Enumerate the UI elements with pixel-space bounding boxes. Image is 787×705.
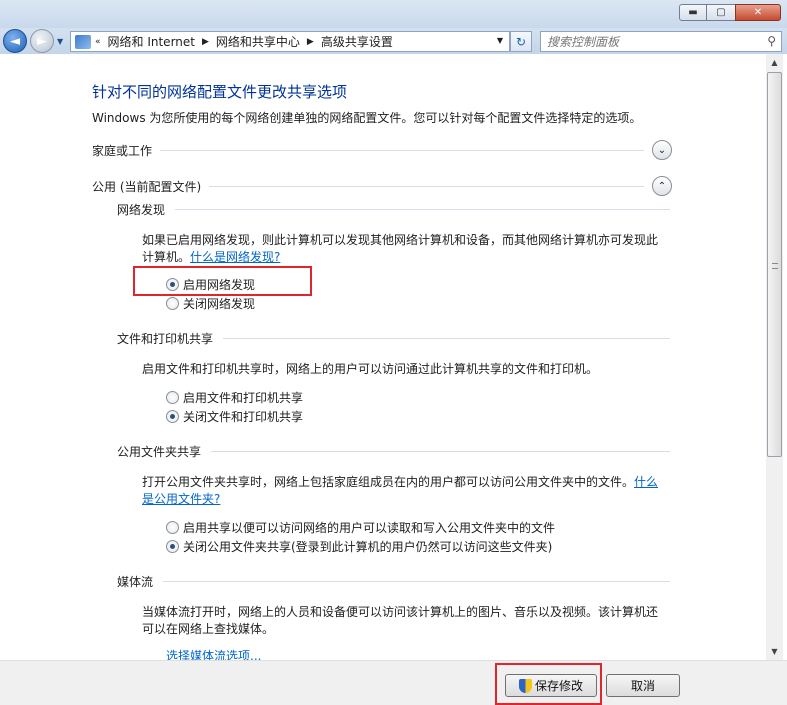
divider xyxy=(211,450,670,452)
address-dropdown-icon[interactable]: ▼ xyxy=(497,36,503,45)
profile-public[interactable]: 公用 (当前配置文件) ⌃ xyxy=(92,175,672,197)
radio-button-icon xyxy=(166,277,179,291)
scroll-up-icon[interactable]: ▲ xyxy=(766,54,783,71)
section-heading: 媒体流 xyxy=(117,574,154,589)
breadcrumb-network-internet[interactable]: 网络和 Internet xyxy=(103,33,200,50)
maximize-button[interactable]: ▢ xyxy=(706,4,736,21)
radio-label: 启用文件和打印机共享 xyxy=(183,390,304,405)
network-discovery-heading: 网络发现 xyxy=(117,200,670,218)
divider xyxy=(175,208,670,210)
radio-label: 关闭文件和打印机共享 xyxy=(183,409,304,424)
media-streaming-heading: 媒体流 xyxy=(117,572,670,590)
breadcrumb-separator-icon[interactable]: ▶ xyxy=(200,37,211,47)
close-icon: ✕ xyxy=(753,7,763,18)
search-icon[interactable]: ⚲ xyxy=(767,34,776,48)
radio-label: 启用网络发现 xyxy=(183,277,256,292)
cancel-button[interactable]: 取消 xyxy=(606,674,680,697)
divider xyxy=(223,337,670,339)
refresh-icon: ↻ xyxy=(515,34,527,49)
expand-chevron-icon[interactable]: ⌄ xyxy=(652,140,672,160)
radio-button-icon xyxy=(166,539,179,553)
recent-pages-dropdown[interactable]: ▼ xyxy=(57,37,63,46)
network-discovery-help-link[interactable]: 什么是网络发现? xyxy=(190,250,280,264)
close-button[interactable]: ✕ xyxy=(735,4,781,21)
radio-label: 启用共享以便可以访问网络的用户可以读取和写入公用文件夹中的文件 xyxy=(183,520,556,535)
breadcrumb-separator-icon[interactable]: ▶ xyxy=(305,37,316,47)
scroll-down-icon[interactable]: ▼ xyxy=(766,643,783,660)
collapse-chevron-icon[interactable]: ⌃ xyxy=(652,176,672,196)
file-printer-sharing-description: 启用文件和打印机共享时，网络上的用户可以访问通过此计算机共享的文件和打印机。 xyxy=(142,362,599,376)
breadcrumb-advanced-sharing[interactable]: 高级共享设置 xyxy=(316,33,398,50)
control-panel-icon xyxy=(75,34,91,49)
address-bar[interactable]: « 网络和 Internet ▶ 网络和共享中心 ▶ 高级共享设置 ▼ xyxy=(70,31,510,52)
radio-button-icon xyxy=(166,296,179,310)
maximize-icon: ▢ xyxy=(716,7,726,18)
radio-button-icon xyxy=(166,520,179,534)
search-input[interactable] xyxy=(541,32,751,51)
chevron-down-icon: ▼ xyxy=(57,37,64,46)
search-box: ⚲ xyxy=(540,31,782,52)
description-text: 打开公用文件夹共享时，网络上包括家庭组成员在内的用户都可以访问公用文件夹中的文件… xyxy=(142,475,635,489)
public-folder-sharing-heading: 公用文件夹共享 xyxy=(117,442,670,460)
settings-content: 针对不同的网络配置文件更改共享选项 Windows 为您所使用的每个网络创建单独… xyxy=(0,54,766,660)
divider xyxy=(163,580,670,582)
section-heading: 公用文件夹共享 xyxy=(117,444,202,459)
window-titlebar: ▬ ▢ ✕ xyxy=(0,0,787,28)
radio-disable-network-discovery[interactable]: 关闭网络发现 xyxy=(166,294,255,312)
minimize-icon: ▬ xyxy=(688,7,698,18)
refresh-button[interactable]: ↻ xyxy=(510,31,532,52)
breadcrumb-overflow-icon[interactable]: « xyxy=(93,37,103,47)
uac-shield-icon xyxy=(518,678,532,693)
public-folder-sharing-description: 打开公用文件夹共享时，网络上包括家庭组成员在内的用户都可以访问公用文件夹中的文件… xyxy=(142,474,662,508)
radio-label: 关闭公用文件夹共享(登录到此计算机的用户仍然可以访问这些文件夹) xyxy=(183,539,553,554)
radio-disable-file-printer-sharing[interactable]: 关闭文件和打印机共享 xyxy=(166,407,303,425)
window-controls: ▬ ▢ ✕ xyxy=(679,4,781,21)
radio-label: 关闭网络发现 xyxy=(183,296,256,311)
media-streaming-options-link[interactable]: 选择媒体流选项... xyxy=(166,649,261,660)
profile-label: 家庭或工作 xyxy=(92,143,153,158)
forward-arrow-icon: ► xyxy=(37,33,47,49)
radio-button-icon xyxy=(166,390,179,404)
breadcrumb-network-sharing-center[interactable]: 网络和共享中心 xyxy=(211,33,305,50)
forward-button[interactable]: ► xyxy=(30,29,54,53)
radio-button-icon xyxy=(166,409,179,423)
minimize-button[interactable]: ▬ xyxy=(679,4,707,21)
save-label: 保存修改 xyxy=(534,679,583,693)
media-streaming-options-row: 选择媒体流选项... xyxy=(166,648,686,660)
back-button[interactable]: ◄ xyxy=(3,29,27,53)
network-discovery-description: 如果已启用网络发现，则此计算机可以发现其他网络计算机和设备，而其他网络计算机亦可… xyxy=(142,232,662,266)
scroll-thumb[interactable] xyxy=(767,72,782,457)
media-streaming-description: 当媒体流打开时，网络上的人员和设备便可以访问该计算机上的图片、音乐以及视频。该计… xyxy=(142,605,659,636)
radio-enable-network-discovery[interactable]: 启用网络发现 xyxy=(166,275,255,293)
radio-enable-public-folder-sharing[interactable]: 启用共享以便可以访问网络的用户可以读取和写入公用文件夹中的文件 xyxy=(166,518,555,536)
divider xyxy=(209,185,644,187)
page-intro: Windows 为您所使用的每个网络创建单独的网络配置文件。您可以针对每个配置文… xyxy=(92,111,642,125)
file-printer-sharing-heading: 文件和打印机共享 xyxy=(117,329,670,347)
section-heading: 网络发现 xyxy=(117,202,166,217)
vertical-scrollbar[interactable]: ▲ ▼ xyxy=(766,54,783,660)
scroll-grip-icon xyxy=(772,263,778,269)
radio-enable-file-printer-sharing[interactable]: 启用文件和打印机共享 xyxy=(166,388,303,406)
back-arrow-icon: ◄ xyxy=(10,33,20,49)
divider xyxy=(160,149,644,151)
save-changes-button[interactable]: 保存修改 xyxy=(505,674,597,697)
navigation-bar: ◄ ► ▼ « 网络和 Internet ▶ 网络和共享中心 ▶ 高级共享设置 … xyxy=(0,28,787,54)
profile-label: 公用 (当前配置文件) xyxy=(92,179,202,194)
action-footer: 保存修改 取消 xyxy=(0,660,787,705)
profile-home-work[interactable]: 家庭或工作 ⌄ xyxy=(92,139,672,161)
page-title: 针对不同的网络配置文件更改共享选项 xyxy=(92,83,348,101)
section-heading: 文件和打印机共享 xyxy=(117,331,214,346)
radio-disable-public-folder-sharing[interactable]: 关闭公用文件夹共享(登录到此计算机的用户仍然可以访问这些文件夹) xyxy=(166,537,552,555)
